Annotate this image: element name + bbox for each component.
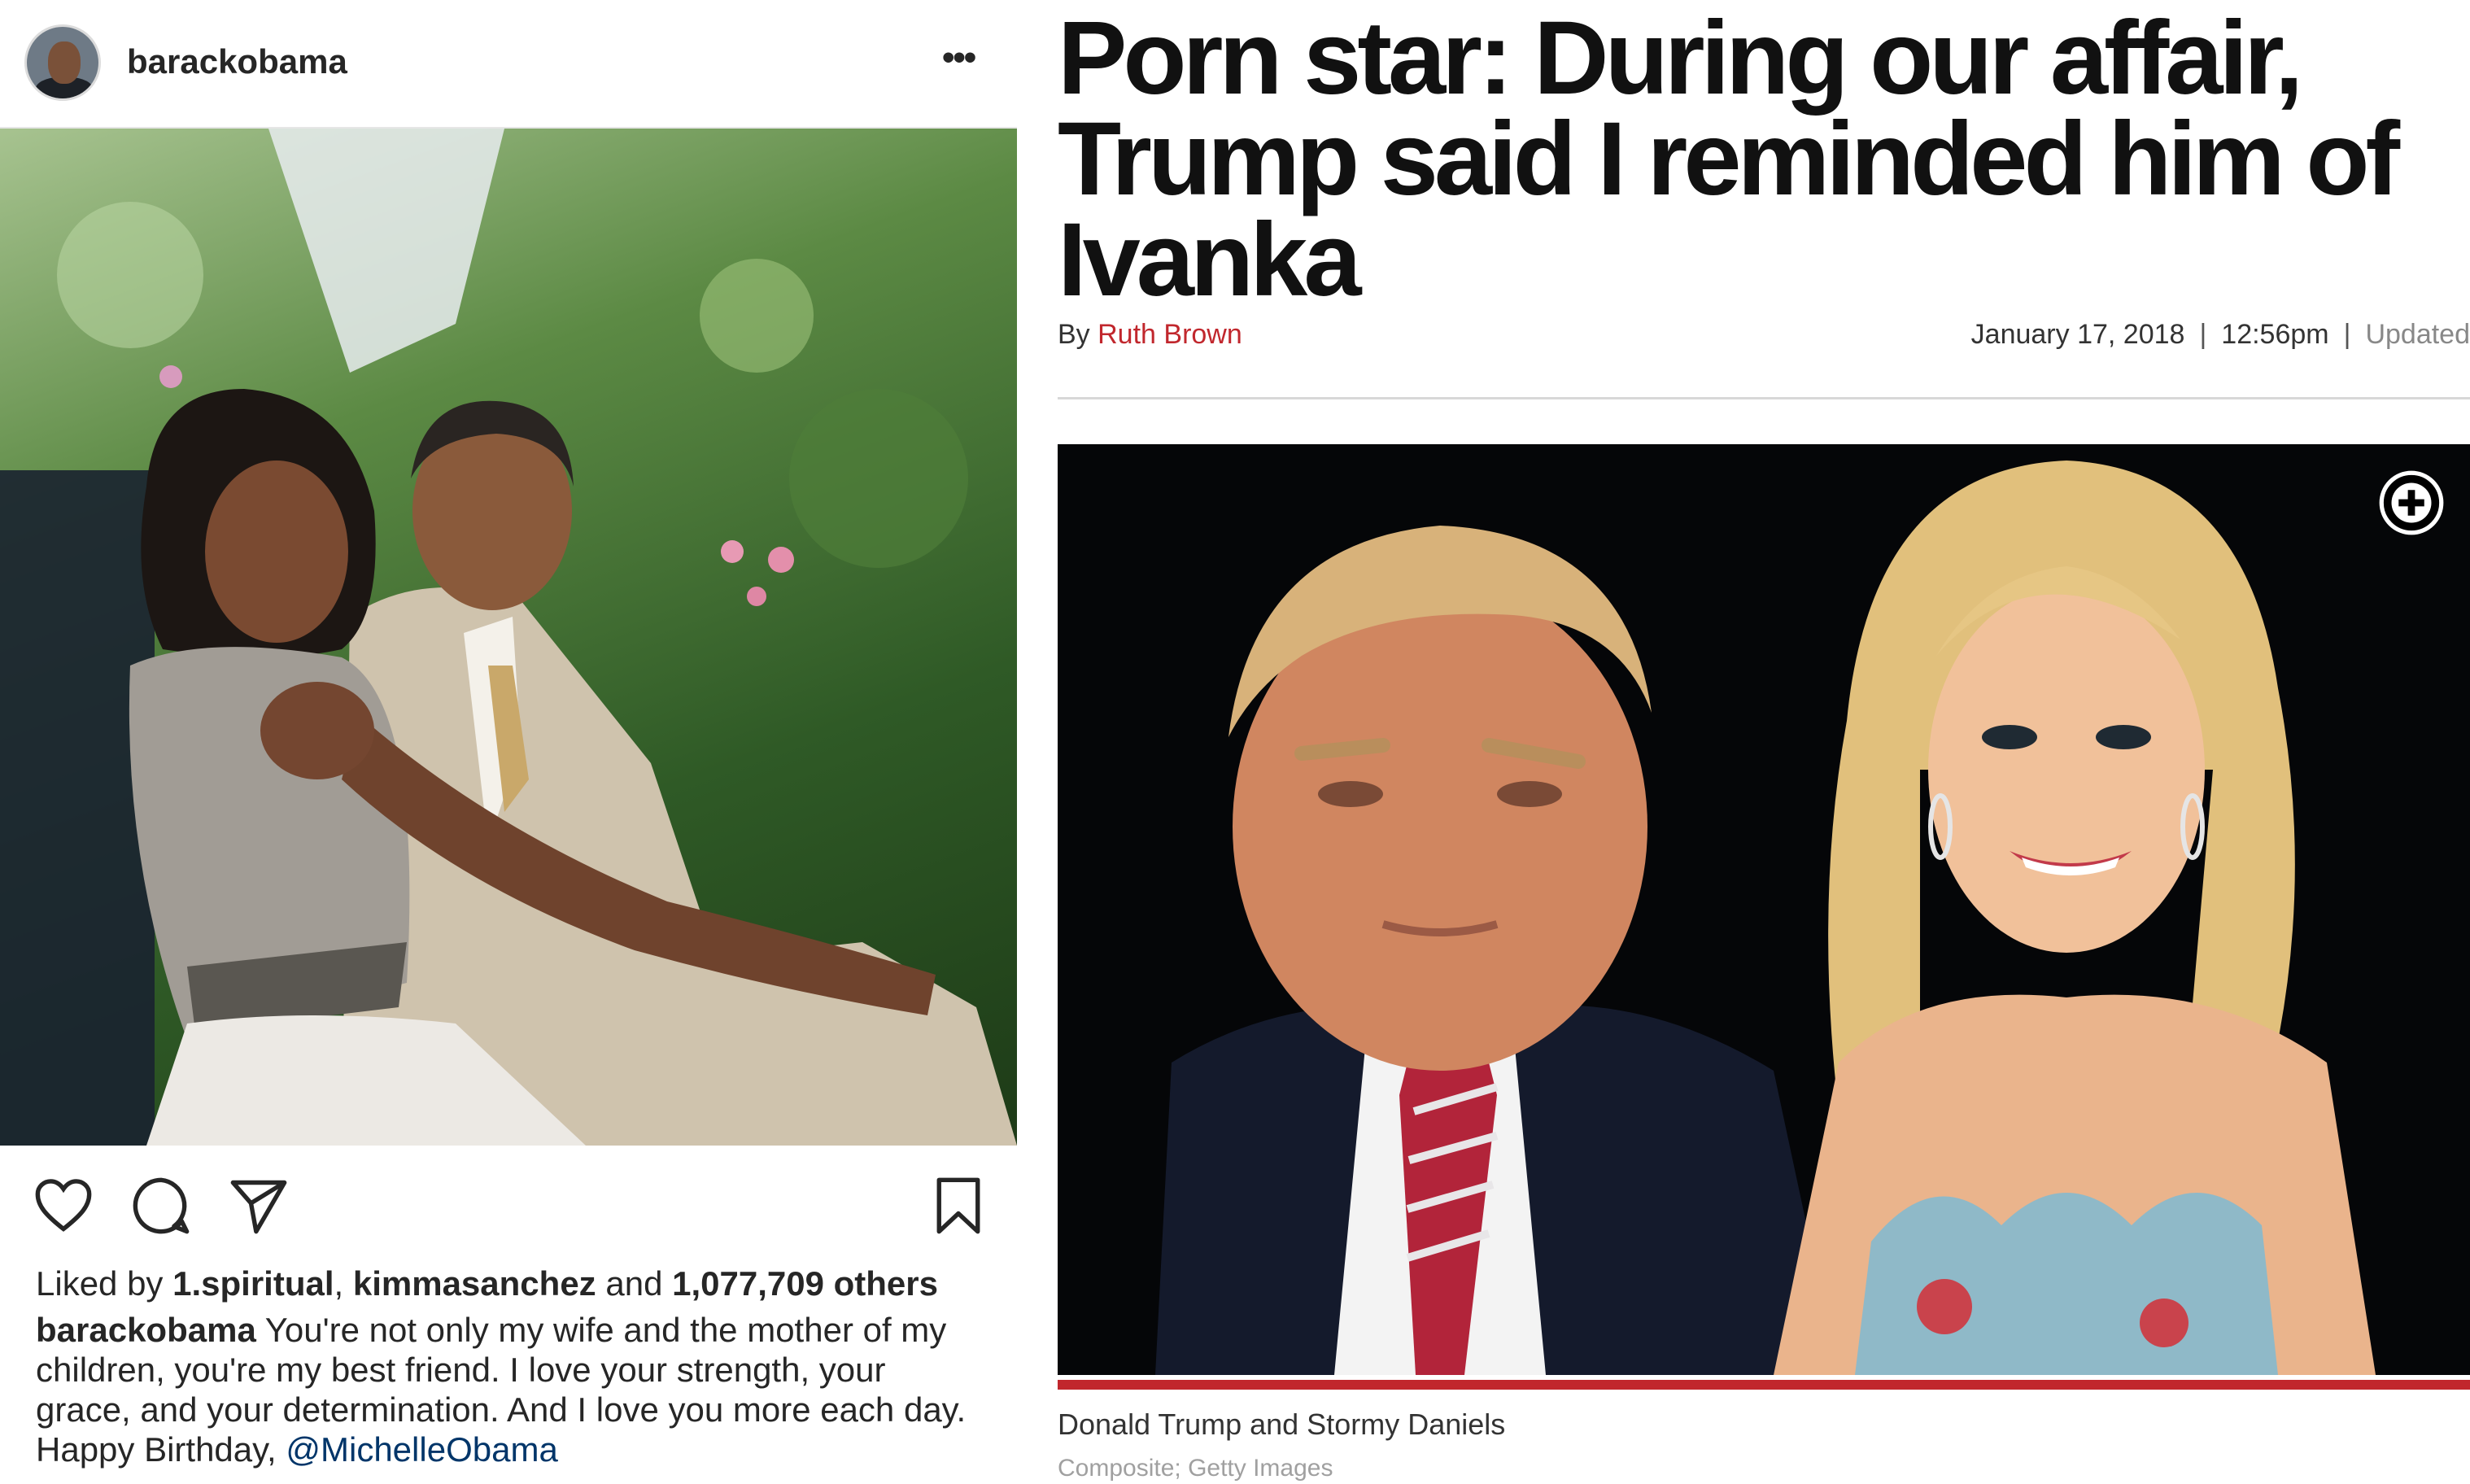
plus-circle-icon[interactable] xyxy=(2377,469,2446,537)
news-article: Porn star: During our affair, Trump said… xyxy=(1017,0,2470,1484)
likes-comma: , xyxy=(334,1264,353,1303)
share-icon[interactable] xyxy=(228,1175,290,1237)
liker-1[interactable]: 1.spiritual xyxy=(172,1264,334,1303)
post-caption: barackobama You're not only my wife and … xyxy=(36,1310,971,1469)
instagram-post: barackobama ••• Liked by 1.spiritual, ki… xyxy=(0,0,1017,1484)
liker-2[interactable]: kimmasanchez xyxy=(353,1264,596,1303)
byline: By Ruth Brown xyxy=(1058,319,1242,351)
date-separator-1: | xyxy=(2199,319,2207,350)
likes-line: Liked by 1.spiritual, kimmasanchez and 1… xyxy=(36,1264,938,1303)
post-username[interactable]: barackobama xyxy=(127,42,347,81)
byline-row: By Ruth Brown January 17, 2018 | 12:56pm | U… xyxy=(1058,319,2470,360)
byline-prefix: By xyxy=(1058,319,1098,350)
publish-date: January 17, 2018 xyxy=(1970,319,2185,350)
date-separator-2: | xyxy=(2343,319,2351,350)
caption-username[interactable]: barackobama xyxy=(36,1311,256,1349)
post-actions xyxy=(0,1147,1017,1261)
likes-prefix: Liked by xyxy=(36,1264,173,1303)
article-photo[interactable] xyxy=(1058,444,2470,1375)
photo-caption: Donald Trump and Stormy Daniels xyxy=(1058,1408,1506,1441)
byline-divider xyxy=(1058,397,2470,399)
more-icon[interactable]: ••• xyxy=(942,37,976,78)
dateline: January 17, 2018 | 12:56pm | Updated xyxy=(1971,319,2470,351)
post-header: barackobama ••• xyxy=(0,0,1017,129)
couple-photo-illustration xyxy=(0,129,1017,1146)
updated-label[interactable]: Updated xyxy=(2365,319,2470,350)
composite-photo-illustration xyxy=(1058,444,2470,1375)
avatar[interactable] xyxy=(24,24,101,101)
photo-credit: Composite; Getty Images xyxy=(1058,1455,1333,1482)
article-headline: Porn star: During our affair, Trump said… xyxy=(1058,0,2400,318)
caption-mention[interactable]: @MichelleObama xyxy=(286,1430,557,1469)
author-link[interactable]: Ruth Brown xyxy=(1098,319,1242,350)
publish-time: 12:56pm xyxy=(2221,319,2329,350)
caption-rule xyxy=(1058,1380,2470,1390)
heart-icon[interactable] xyxy=(33,1175,94,1237)
post-photo[interactable] xyxy=(0,129,1017,1146)
likes-count[interactable]: 1,077,709 others xyxy=(672,1264,938,1303)
comment-icon[interactable] xyxy=(130,1175,192,1237)
likes-and: and xyxy=(596,1264,673,1303)
bookmark-icon[interactable] xyxy=(927,1175,989,1237)
